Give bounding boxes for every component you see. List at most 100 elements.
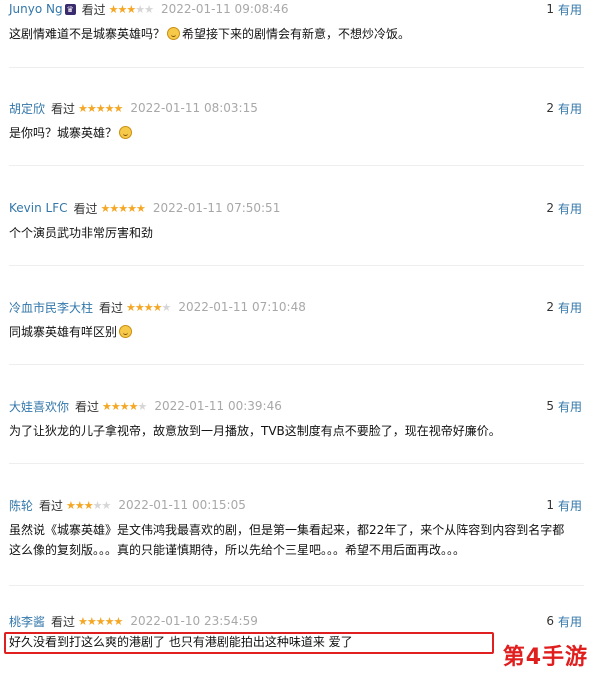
star-icon: ★ bbox=[135, 2, 145, 16]
vote-count: 1 bbox=[546, 498, 554, 512]
vote-area: 2 有用 bbox=[546, 199, 582, 217]
star-icon: ★ bbox=[101, 498, 112, 512]
vote-area: 6 有用 bbox=[546, 612, 582, 630]
comment-date: 2022-01-11 00:15:05 bbox=[118, 498, 246, 512]
vote-useful-button[interactable]: 有用 bbox=[558, 497, 582, 514]
star-icon: ★ bbox=[137, 399, 148, 413]
comment-text: 是你吗？城寨英雄？ bbox=[9, 123, 579, 143]
vote-count: 5 bbox=[546, 399, 554, 413]
divider bbox=[9, 364, 584, 365]
comment-text: 个个演员武功非常厉害和劲 bbox=[9, 223, 579, 243]
vote-count: 6 bbox=[546, 614, 554, 628]
comment-line: 这剧情难道不是城寨英雄吗？ 希望接下来的剧情会有新意，不想炒冷饭。 bbox=[9, 24, 579, 44]
vote-count: 2 bbox=[546, 101, 554, 115]
vote-area: 5 有用 bbox=[546, 397, 582, 415]
vote-area: 2 有用 bbox=[546, 99, 582, 117]
star-icon: ★ bbox=[104, 101, 115, 115]
comment-line: 是你吗？城寨英雄？ bbox=[9, 123, 579, 143]
rating-stars: ★★★★★ bbox=[66, 498, 112, 512]
star-icon: ★ bbox=[136, 201, 146, 215]
star-icon: ★ bbox=[113, 101, 124, 115]
vote-area: 1 有用 bbox=[546, 496, 582, 514]
vote-count: 1 bbox=[546, 2, 554, 16]
star-icon: ★ bbox=[126, 300, 136, 314]
comment-line-text: 个个演员武功非常厉害和劲 bbox=[9, 226, 154, 240]
watch-status: 看过 bbox=[99, 300, 124, 315]
user-name-link[interactable]: 桃李酱 bbox=[9, 613, 45, 630]
star-icon: ★ bbox=[83, 498, 94, 512]
comment-line-text: 这剧情难道不是城寨英雄吗？ bbox=[9, 27, 166, 41]
user-name-link[interactable]: Kevin LFC bbox=[9, 201, 67, 215]
watch-status: 看过 bbox=[51, 614, 76, 629]
star-icon: ★ bbox=[126, 2, 136, 16]
comment-header: Junyo Ng ♛ 看过 ★★★★★ 2022-01-11 09:08:46 bbox=[9, 0, 288, 18]
star-icon: ★ bbox=[144, 2, 154, 16]
star-icon: ★ bbox=[86, 614, 97, 628]
star-icon: ★ bbox=[127, 201, 137, 215]
comment-date: 2022-01-11 00:39:46 bbox=[154, 399, 282, 413]
comment-text: 同城寨英雄有咩区别 bbox=[9, 322, 579, 342]
star-icon: ★ bbox=[78, 614, 88, 628]
user-name-link[interactable]: Junyo Ng bbox=[9, 2, 63, 16]
watch-status: 看过 bbox=[73, 201, 98, 216]
watch-status: 看过 bbox=[75, 399, 100, 414]
star-icon: ★ bbox=[95, 101, 106, 115]
vote-useful-button[interactable]: 有用 bbox=[558, 100, 582, 117]
star-icon: ★ bbox=[161, 300, 172, 314]
comment-line-text: 为了让狄龙的儿子拿视帝，故意放到一月播放，TVB这制度有点不要脸了，现在视帝好廉… bbox=[9, 424, 501, 438]
watch-status: 看过 bbox=[81, 2, 106, 17]
comment-header: 胡定欣 看过 ★★★★★ 2022-01-11 08:03:15 bbox=[9, 99, 258, 117]
laugh-emoji-icon bbox=[119, 126, 133, 139]
vote-useful-button[interactable]: 有用 bbox=[558, 299, 582, 316]
star-icon: ★ bbox=[109, 201, 119, 215]
comment-line: 为了让狄龙的儿子拿视帝，故意放到一月播放，TVB这制度有点不要脸了，现在视帝好廉… bbox=[9, 421, 579, 441]
comment-header: 桃李酱 看过 ★★★★★ 2022-01-10 23:54:59 bbox=[9, 612, 258, 630]
star-icon: ★ bbox=[78, 101, 88, 115]
comment-line-text: 希望接下来的剧情会有新意，不想炒冷饭。 bbox=[182, 27, 411, 41]
comment-header: 大娃喜欢你 看过 ★★★★★ 2022-01-11 00:39:46 bbox=[9, 397, 282, 415]
vote-count: 2 bbox=[546, 300, 554, 314]
divider bbox=[9, 585, 584, 586]
divider bbox=[9, 265, 584, 266]
comment-line-text: 这么像的复刻版。。。真的只能谨慎期待，所以先给个三星吧。。。希望不用后面再改。。… bbox=[9, 543, 466, 557]
highlight-box bbox=[4, 632, 494, 654]
laugh-emoji-icon bbox=[119, 325, 133, 338]
comment-header: 陈轮 看过 ★★★★★ 2022-01-11 00:15:05 bbox=[9, 496, 246, 514]
user-name-link[interactable]: 胡定欣 bbox=[9, 100, 45, 117]
star-icon: ★ bbox=[118, 201, 128, 215]
watermark-logo: 第4手游 bbox=[502, 645, 588, 670]
star-icon: ★ bbox=[128, 399, 139, 413]
comment-line-text: 虽然说《城寨英雄》是文伟鸿我最喜欢的剧，但是第一集看起来，都22年了，来个从阵容… bbox=[9, 523, 565, 537]
star-icon: ★ bbox=[102, 399, 112, 413]
user-name-link[interactable]: 陈轮 bbox=[9, 497, 33, 514]
vote-count: 2 bbox=[546, 201, 554, 215]
vote-useful-button[interactable]: 有用 bbox=[558, 613, 582, 630]
comment-line-text: 同城寨英雄有咩区别 bbox=[9, 325, 118, 339]
rating-stars: ★★★★★ bbox=[101, 201, 146, 215]
comment-date: 2022-01-11 09:08:46 bbox=[161, 2, 289, 16]
vote-area: 1 有用 bbox=[546, 0, 582, 18]
star-icon: ★ bbox=[95, 614, 106, 628]
divider bbox=[9, 463, 584, 464]
watch-status: 看过 bbox=[39, 498, 64, 513]
comment-line: 个个演员武功非常厉害和劲 bbox=[9, 223, 579, 243]
comment-line-text: 是你吗？城寨英雄？ bbox=[9, 126, 118, 140]
user-name-link[interactable]: 大娃喜欢你 bbox=[9, 398, 69, 415]
vote-useful-button[interactable]: 有用 bbox=[558, 398, 582, 415]
vote-area: 2 有用 bbox=[546, 298, 582, 316]
divider bbox=[9, 165, 584, 166]
star-icon: ★ bbox=[74, 498, 85, 512]
comment-text: 虽然说《城寨英雄》是文伟鸿我最喜欢的剧，但是第一集看起来，都22年了，来个从阵容… bbox=[9, 520, 579, 560]
user-name-link[interactable]: 冷血市民李大柱 bbox=[9, 299, 93, 316]
rating-stars: ★★★★★ bbox=[78, 614, 123, 628]
star-icon: ★ bbox=[104, 614, 115, 628]
comment-date: 2022-01-11 08:03:15 bbox=[130, 101, 258, 115]
vote-useful-button[interactable]: 有用 bbox=[558, 200, 582, 217]
watch-status: 看过 bbox=[51, 101, 76, 116]
comment-date: 2022-01-10 23:54:59 bbox=[130, 614, 258, 628]
rating-stars: ★★★★★ bbox=[126, 300, 172, 314]
comment-text: 这剧情难道不是城寨英雄吗？ 希望接下来的剧情会有新意，不想炒冷饭。 bbox=[9, 24, 579, 44]
star-icon: ★ bbox=[119, 399, 130, 413]
star-icon: ★ bbox=[108, 2, 119, 16]
vote-useful-button[interactable]: 有用 bbox=[558, 1, 582, 18]
